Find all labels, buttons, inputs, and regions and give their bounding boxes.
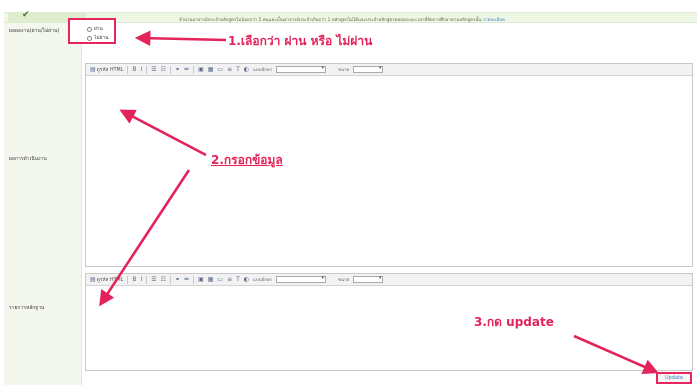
result-label: ผลผลงาน(ผ่าน/ไม่ผ่าน) — [9, 28, 60, 34]
rule-icon[interactable]: ≡ — [227, 66, 232, 73]
editor-toolbar: ▤ ดูรหัส HTML B I ☰ ☷ ⚭ ⚮ ▣ ▦ ▭ ≡ T ◐ แบบ… — [86, 64, 692, 76]
rule-icon[interactable]: ≡ — [227, 276, 232, 283]
source-label: ดูรหัส HTML — [96, 67, 124, 73]
radio-pass[interactable] — [87, 26, 92, 32]
bullet-list-icon[interactable]: ☷ — [161, 276, 166, 283]
toolbar-separator — [127, 275, 129, 284]
link-icon[interactable]: ⚭ — [175, 66, 180, 73]
source-button[interactable]: ▤ ดูรหัส HTML — [90, 276, 123, 284]
label-column — [4, 23, 82, 385]
numbered-list-icon[interactable]: ☰ — [151, 276, 156, 283]
table-icon[interactable]: ▭ — [217, 276, 223, 283]
evidence-textarea[interactable] — [86, 286, 692, 370]
table-icon[interactable]: ▭ — [217, 66, 223, 73]
size-select[interactable] — [353, 65, 384, 73]
radio-fail-label: ไม่ผ่าน — [94, 36, 109, 41]
size-select[interactable] — [353, 275, 384, 283]
source-icon: ▤ — [90, 65, 96, 73]
radio-fail[interactable] — [87, 35, 92, 41]
toolbar-separator — [170, 275, 172, 284]
toolbar-separator — [193, 275, 195, 284]
performance-editor: ▤ ดูรหัส HTML B I ☰ ☷ ⚭ ⚮ ▣ ▦ ▭ ≡ T ◐ แบบ… — [85, 63, 693, 267]
font-label: แบบอักษร — [253, 278, 272, 283]
italic-icon[interactable]: I — [140, 66, 142, 73]
toolbar-separator — [146, 275, 148, 284]
radio-option-pass[interactable]: ผ่าน — [87, 25, 103, 33]
unlink-icon[interactable]: ⚮ — [184, 276, 189, 283]
bold-icon[interactable]: B — [132, 276, 136, 283]
criteria-note-text: จำนวนอาจารย์ประจำหลักสูตรไม่น้อยกว่า 5 ค… — [179, 18, 482, 23]
bold-icon[interactable]: B — [132, 66, 136, 73]
bullet-list-icon[interactable]: ☷ — [161, 66, 166, 73]
arrow-step1 — [134, 30, 227, 47]
editor-toolbar: ▤ ดูรหัส HTML B I ☰ ☷ ⚭ ⚮ ▣ ▦ ▭ ≡ T ◐ แบบ… — [86, 274, 692, 286]
toolbar-separator — [146, 65, 148, 74]
text-color-icon[interactable]: T — [236, 66, 240, 73]
bg-color-icon[interactable]: ◐ — [244, 66, 249, 73]
text-color-icon[interactable]: T — [236, 276, 240, 283]
toolbar-separator — [127, 65, 129, 74]
bg-color-icon[interactable]: ◐ — [244, 276, 249, 283]
result-radio-group: ผ่าน ไม่ผ่าน — [68, 18, 116, 44]
criteria-note: จำนวนอาจารย์ประจำหลักสูตรไม่น้อยกว่า 5 ค… — [179, 16, 505, 23]
toolbar-separator — [170, 65, 172, 74]
toolbar-separator — [193, 65, 195, 74]
paste-icon[interactable]: ▣ — [198, 66, 204, 73]
image-icon[interactable]: ▦ — [208, 276, 214, 283]
font-select[interactable] — [276, 275, 326, 283]
performance-label: ผลการดำเนินงาน — [9, 156, 47, 162]
annotation-step1: 1.เลือกว่า ผ่าน หรือ ไม่ผ่าน — [228, 34, 373, 48]
font-select[interactable] — [276, 65, 326, 73]
source-icon: ▤ — [90, 275, 96, 283]
size-label: ขนาด — [338, 68, 350, 73]
image-icon[interactable]: ▦ — [208, 66, 214, 73]
checkmark-icon: ✔ — [22, 10, 30, 20]
unlink-icon[interactable]: ⚮ — [184, 66, 189, 73]
numbered-list-icon[interactable]: ☰ — [151, 66, 156, 73]
link-icon[interactable]: ⚭ — [175, 276, 180, 283]
details-link[interactable]: รายละเอียด — [483, 18, 505, 23]
annotation-step3: 3.กด update — [474, 315, 554, 329]
update-button[interactable]: Update — [656, 372, 692, 384]
size-label: ขนาด — [338, 278, 350, 283]
source-button[interactable]: ▤ ดูรหัส HTML — [90, 66, 123, 74]
evidence-editor: ▤ ดูรหัส HTML B I ☰ ☷ ⚭ ⚮ ▣ ▦ ▭ ≡ T ◐ แบบ… — [85, 273, 693, 371]
source-label: ดูรหัส HTML — [96, 277, 124, 283]
italic-icon[interactable]: I — [140, 276, 142, 283]
annotation-step2: 2.กรอกข้อมูล — [211, 153, 283, 167]
radio-pass-label: ผ่าน — [94, 27, 103, 32]
performance-textarea[interactable] — [86, 76, 692, 266]
evidence-label: รายการหลักฐาน — [9, 305, 45, 311]
paste-icon[interactable]: ▣ — [198, 276, 204, 283]
font-label: แบบอักษร — [253, 68, 272, 73]
radio-option-fail[interactable]: ไม่ผ่าน — [87, 34, 108, 42]
